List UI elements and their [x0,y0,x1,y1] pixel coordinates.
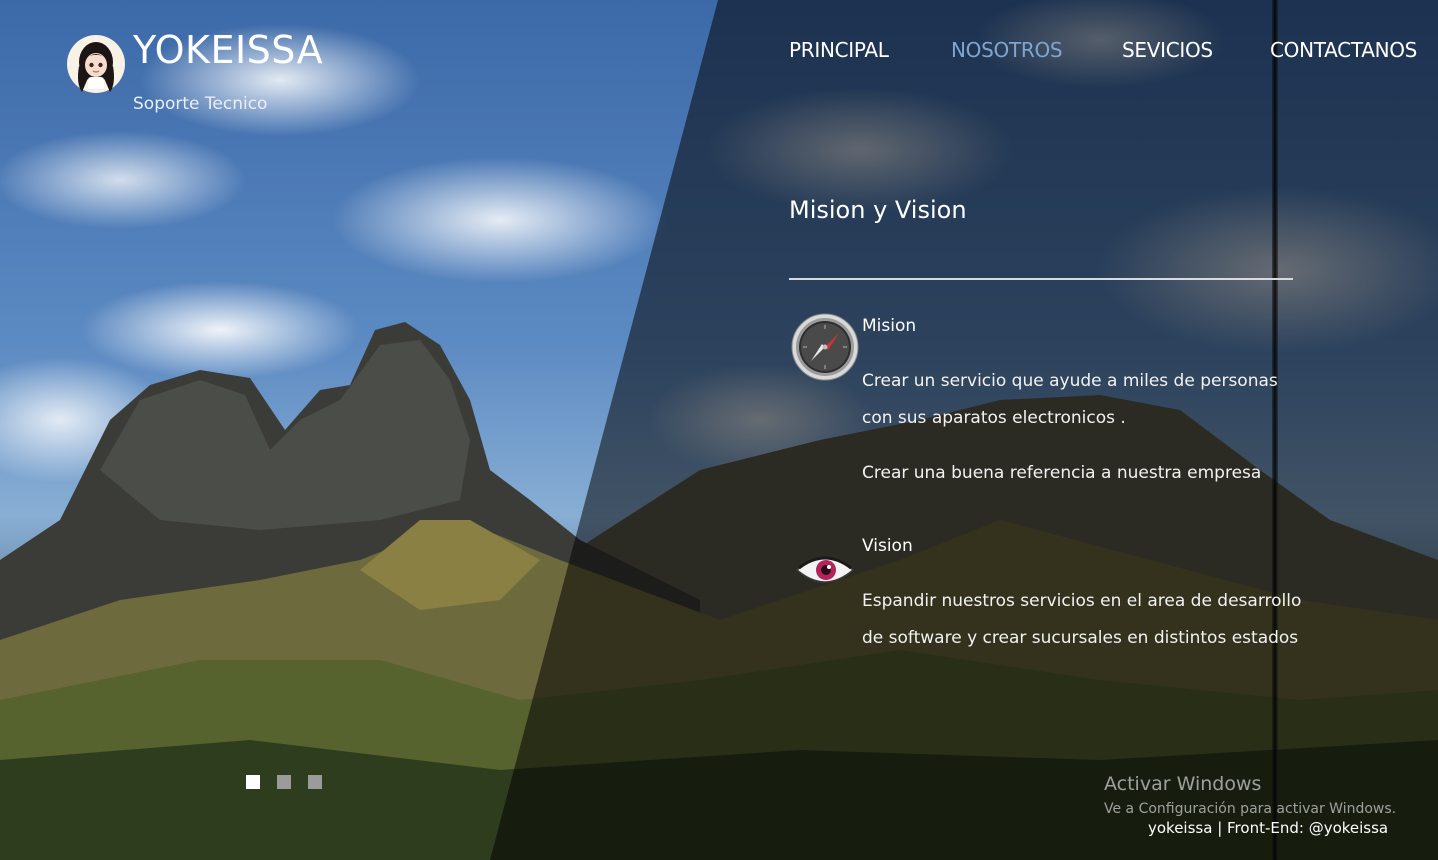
nav-item-nosotros[interactable]: NOSOTROS [951,38,1063,62]
nav-item-contactanos[interactable]: CONTACTANOS [1270,38,1417,62]
mision-paragraph-1: Crear un servicio que ayude a miles de p… [862,371,1278,428]
section-title: Mision y Vision [789,196,967,224]
slider-dot-2[interactable] [277,775,291,789]
section-divider [789,278,1293,280]
main-nav: PRINCIPAL NOSOTROS SEVICIOS CONTACTANOS [0,38,1438,68]
eye-icon [795,556,855,583]
windows-activation-subtitle: Ve a Configuración para activar Windows. [1104,801,1397,817]
slider-dot-1[interactable] [246,775,260,789]
vision-paragraph-1: Espandir nuestros servicios en el area d… [862,591,1302,648]
slider-pagination [246,775,336,791]
footer-credit: yokeissa | Front-End: @yokeissa [1148,819,1389,837]
nav-item-principal[interactable]: PRINCIPAL [789,38,889,62]
slider-dot-3[interactable] [308,775,322,789]
brand-subtitle: Soporte Tecnico [133,94,268,114]
compass-icon [791,313,859,381]
windows-activation-title: Activar Windows [1104,773,1262,795]
mision-paragraph-2: Crear una buena referencia a nuestra emp… [862,463,1262,483]
vision-heading: Vision [862,536,913,556]
mision-heading: Mision [862,316,917,336]
nav-item-sevicios[interactable]: SEVICIOS [1122,38,1213,62]
